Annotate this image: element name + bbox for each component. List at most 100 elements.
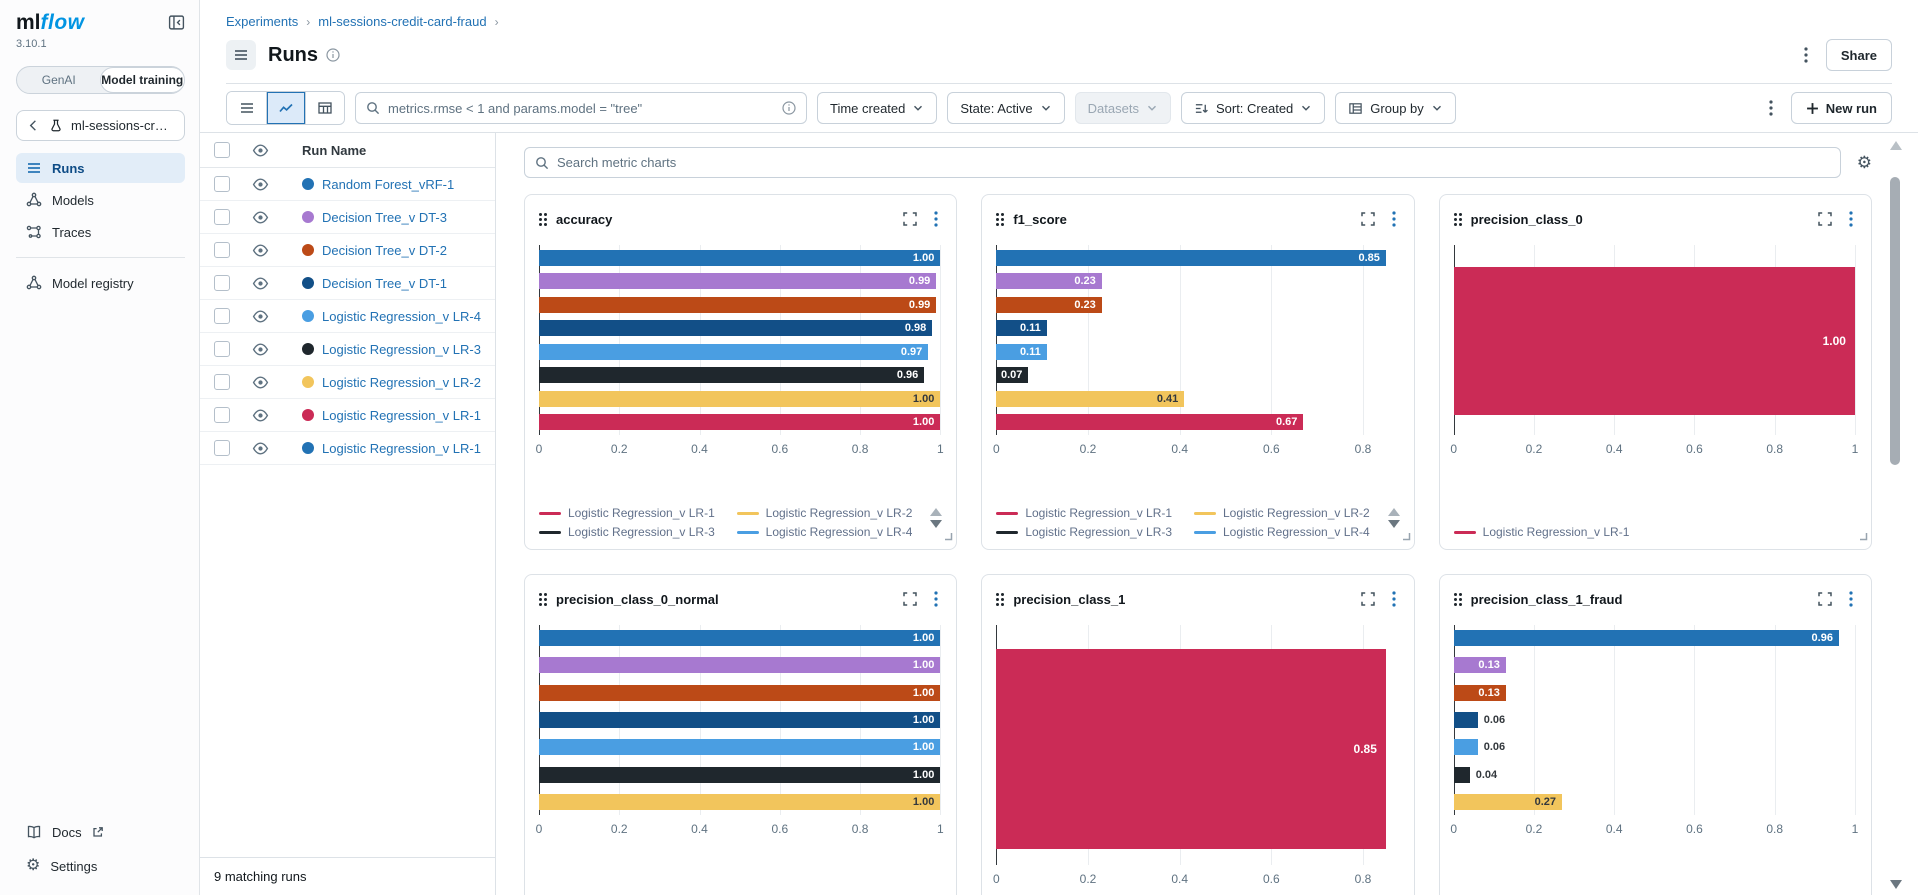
expand-chart-button[interactable]: [899, 208, 921, 230]
tab-model-training[interactable]: Model training: [99, 67, 184, 93]
run-query-input[interactable]: [388, 100, 774, 116]
sidebar-item-docs[interactable]: Docs: [16, 817, 185, 847]
run-name-link[interactable]: Logistic Regression_v LR-1: [322, 441, 481, 456]
sidebar-item-runs[interactable]: Runs: [16, 153, 185, 183]
legend-entry[interactable]: Logistic Regression_v LR-2: [736, 506, 923, 520]
collapse-sidebar-icon[interactable]: [168, 14, 185, 36]
visibility-toggle-eye-icon[interactable]: [252, 440, 270, 457]
legend-entry[interactable]: Logistic Regression_v LR-3: [539, 525, 725, 539]
resize-handle[interactable]: [1401, 528, 1411, 546]
drag-handle-icon[interactable]: [539, 592, 547, 606]
sidebar-item-model-registry[interactable]: Model registry: [16, 268, 185, 298]
visibility-toggle-eye-icon[interactable]: [252, 209, 270, 226]
run-name-link[interactable]: Decision Tree_v DT-2: [322, 243, 447, 258]
query-info-icon[interactable]: [782, 101, 796, 115]
run-checkbox[interactable]: [214, 275, 230, 291]
run-name-link[interactable]: Decision Tree_v DT-3: [322, 210, 447, 225]
legend-entry[interactable]: Logistic Regression_v LR-2: [1193, 506, 1380, 520]
run-name-link[interactable]: Logistic Regression_v LR-4: [322, 309, 481, 324]
visibility-toggle-eye-icon[interactable]: [252, 407, 270, 424]
scrollbar-thumb[interactable]: [1890, 177, 1900, 465]
sidebar-divider: [16, 257, 185, 258]
run-checkbox[interactable]: [214, 308, 230, 324]
scroll-up-arrow[interactable]: [1890, 141, 1902, 150]
chart-overflow-menu[interactable]: [930, 587, 942, 611]
new-run-button[interactable]: New run: [1790, 92, 1892, 124]
legend-entry[interactable]: Logistic Regression_v LR-3: [996, 525, 1182, 539]
run-checkbox[interactable]: [214, 407, 230, 423]
runs-list-toggle-button[interactable]: [226, 40, 256, 70]
select-all-checkbox[interactable]: [214, 142, 230, 158]
filter-datasets[interactable]: Datasets: [1074, 92, 1171, 124]
expand-chart-button[interactable]: [1357, 588, 1379, 610]
legend-entry[interactable]: Logistic Regression_v LR-1: [1453, 525, 1650, 539]
charts-settings-gear-icon[interactable]: ⚙: [1857, 154, 1872, 171]
filter-group-by[interactable]: Group by: [1335, 92, 1456, 124]
run-checkbox[interactable]: [214, 440, 230, 456]
view-list-button[interactable]: [227, 92, 266, 124]
scroll-down-arrow[interactable]: [1890, 880, 1902, 889]
expand-chart-button[interactable]: [1814, 588, 1836, 610]
sidebar-item-models[interactable]: Models: [16, 185, 185, 215]
metric-search-input[interactable]: [557, 155, 1830, 170]
chart-overflow-menu[interactable]: [930, 207, 942, 231]
run-name-link[interactable]: Decision Tree_v DT-1: [322, 276, 447, 291]
view-chart-button[interactable]: [266, 92, 305, 124]
legend-entry[interactable]: Logistic Regression_v LR-1: [539, 506, 725, 520]
bar-row: 1.00: [539, 766, 942, 783]
drag-handle-icon[interactable]: [1453, 592, 1462, 606]
run-checkbox[interactable]: [214, 341, 230, 357]
drag-handle-icon[interactable]: [996, 212, 1005, 226]
chart-overflow-menu[interactable]: [1845, 207, 1857, 231]
run-name-link[interactable]: Logistic Regression_v LR-2: [322, 375, 481, 390]
share-button[interactable]: Share: [1825, 39, 1892, 71]
back-arrow-icon[interactable]: [26, 118, 41, 133]
visibility-column-icon[interactable]: [252, 142, 270, 159]
run-checkbox[interactable]: [214, 176, 230, 192]
run-checkbox[interactable]: [214, 374, 230, 390]
visibility-toggle-eye-icon[interactable]: [252, 176, 270, 193]
visibility-toggle-eye-icon[interactable]: [252, 374, 270, 391]
expand-chart-button[interactable]: [899, 588, 921, 610]
sidebar-item-traces[interactable]: Traces: [16, 217, 185, 247]
visibility-toggle-eye-icon[interactable]: [252, 341, 270, 358]
chart-overflow-menu[interactable]: [1845, 587, 1857, 611]
tab-genai[interactable]: GenAI: [17, 67, 101, 93]
chart-overflow-menu[interactable]: [1388, 587, 1400, 611]
legend-down-arrow[interactable]: [1387, 520, 1400, 528]
legend-entry[interactable]: Logistic Regression_v LR-4: [1193, 525, 1380, 539]
resize-handle[interactable]: [943, 528, 953, 546]
legend-down-arrow[interactable]: [930, 520, 943, 528]
drag-handle-icon[interactable]: [996, 592, 1005, 606]
run-name-link[interactable]: Logistic Regression_v LR-1: [322, 408, 481, 423]
legend-entry[interactable]: Logistic Regression_v LR-4: [736, 525, 923, 539]
drag-handle-icon[interactable]: [1453, 212, 1462, 226]
drag-handle-icon[interactable]: [539, 212, 547, 226]
filter-time-created[interactable]: Time created: [817, 92, 938, 124]
legend-up-arrow[interactable]: [1387, 508, 1400, 516]
experiment-name: ml-sessions-credit...: [71, 118, 175, 133]
legend-entry[interactable]: Logistic Regression_v LR-1: [996, 506, 1182, 520]
view-table-button[interactable]: [305, 92, 344, 124]
visibility-toggle-eye-icon[interactable]: [252, 242, 270, 259]
visibility-toggle-eye-icon[interactable]: [252, 308, 270, 325]
run-name-link[interactable]: Random Forest_vRF-1: [322, 177, 454, 192]
info-icon[interactable]: [326, 48, 340, 62]
sidebar-item-settings[interactable]: ⚙ Settings: [16, 851, 185, 881]
run-checkbox[interactable]: [214, 209, 230, 225]
expand-chart-button[interactable]: [1814, 208, 1836, 230]
expand-chart-button[interactable]: [1357, 208, 1379, 230]
filter-state-active[interactable]: State: Active: [947, 92, 1065, 124]
breadcrumb-experiments-link[interactable]: Experiments: [226, 14, 298, 29]
page-overflow-menu[interactable]: [1800, 43, 1812, 67]
filter-sort-created[interactable]: Sort: Created: [1180, 92, 1326, 124]
toolbar-overflow-menu[interactable]: [1765, 96, 1777, 120]
resize-handle[interactable]: [1858, 528, 1868, 546]
run-checkbox[interactable]: [214, 242, 230, 258]
legend-up-arrow[interactable]: [930, 508, 943, 516]
experiment-selector[interactable]: ml-sessions-credit...: [16, 110, 185, 141]
chart-overflow-menu[interactable]: [1388, 207, 1400, 231]
breadcrumb-experiment-link[interactable]: ml-sessions-credit-card-fraud: [318, 14, 486, 29]
visibility-toggle-eye-icon[interactable]: [252, 275, 270, 292]
run-name-link[interactable]: Logistic Regression_v LR-3: [322, 342, 481, 357]
